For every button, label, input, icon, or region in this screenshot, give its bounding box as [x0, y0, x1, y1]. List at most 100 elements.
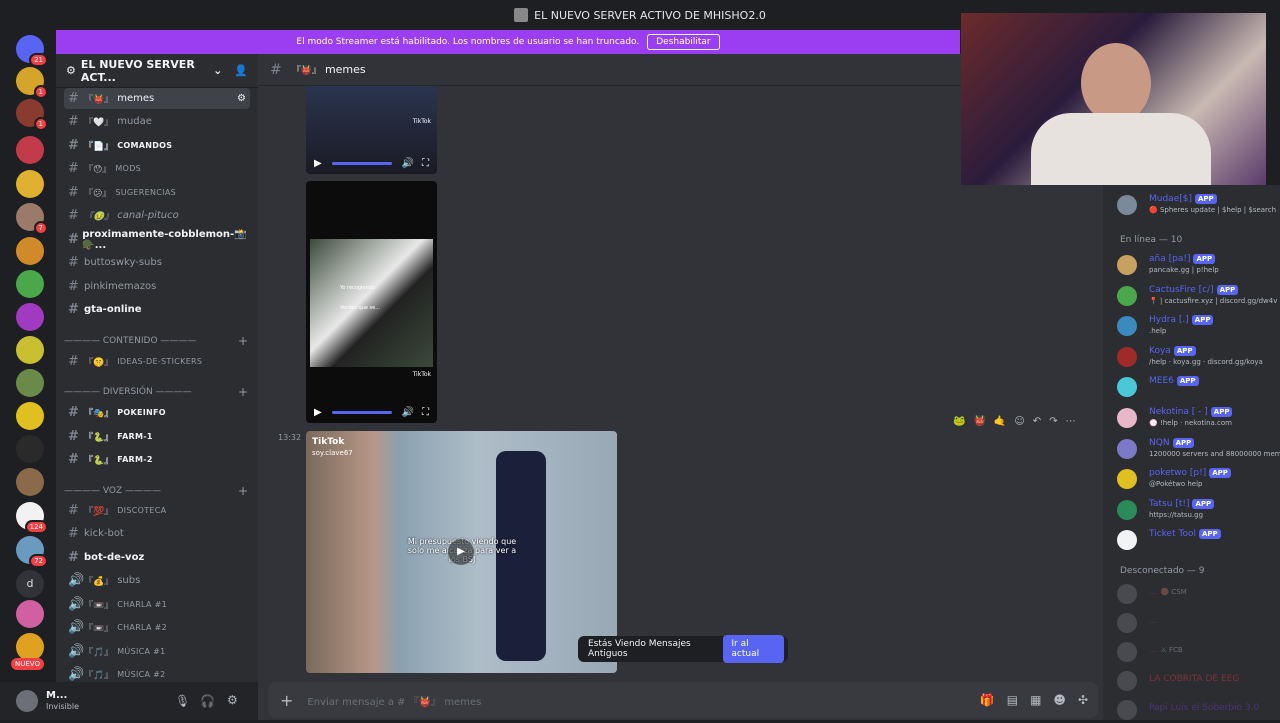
member-item[interactable]: ... ⚔ FCB	[1117, 639, 1277, 665]
gif-icon[interactable]: ▤	[1007, 693, 1018, 707]
member-item[interactable]: Nekotina [ - ] APP 💮 !help · nekotina.com	[1117, 405, 1277, 431]
voice-channel-musica-1[interactable]: 🔊 『🎵』 MÚSICA #1	[64, 641, 250, 662]
channel-pinkimemazos[interactable]: # pinkimemazos	[64, 276, 250, 297]
video-attachment[interactable]: TikTok ▶ 🔊 ⛶	[306, 86, 437, 174]
server-header[interactable]: ⚙ EL NUEVO SERVER ACT... ⌄ 👤	[56, 54, 258, 88]
channel-gta-online[interactable]: # gta-online	[64, 299, 250, 320]
reaction-icon[interactable]: 🤙	[994, 416, 1006, 427]
guild-icon[interactable]	[16, 435, 44, 463]
member-item[interactable]: ...	[1117, 610, 1277, 636]
avatar[interactable]	[16, 690, 38, 712]
forward-icon[interactable]: ↷	[1049, 416, 1057, 427]
guild-icon[interactable]	[16, 600, 44, 628]
speaker-icon: 🔊	[68, 644, 85, 659]
volume-slider[interactable]	[331, 410, 392, 414]
channel-pokeinfo[interactable]: # 『🎭』 POKEINFO	[64, 402, 250, 423]
member-item[interactable]: MEE6 APP	[1117, 374, 1277, 400]
gift-icon[interactable]: 🎁	[980, 693, 995, 707]
video-attachment[interactable]: Yo recogiendo Verdes que se... TikTok ▶ 🔊…	[306, 181, 437, 423]
reaction-icon[interactable]: 🐸	[953, 416, 965, 427]
channel-mods[interactable]: # 『😯』 MODS	[64, 158, 250, 179]
channel-bot-de-voz[interactable]: # bot-de-voz	[64, 547, 250, 568]
microphone-icon[interactable]: 🎙	[175, 694, 190, 708]
direct-messages-icon[interactable]: 21	[16, 35, 48, 67]
category-contenido[interactable]: ———— CONTENIDO ————	[64, 336, 196, 346]
guild-icon[interactable]: 124	[16, 502, 48, 534]
guild-icon[interactable]	[16, 270, 44, 298]
user-info[interactable]: M... Invisible	[46, 690, 79, 712]
volume-icon[interactable]: 🔊	[402, 158, 414, 169]
member-item[interactable]: Papi Luis el Soberbio 3.0	[1117, 697, 1277, 723]
channel-canal-pituco[interactable]: # 『🤢』 canal-pituco	[64, 205, 250, 226]
member-item[interactable]: aña [pa!] APP pancake.gg | p!help	[1117, 252, 1277, 278]
message-input[interactable]: Enviar mensaje a # 『👹』 memes	[307, 693, 481, 708]
category-voz[interactable]: ———— VOZ ————	[64, 486, 161, 496]
guild-icon[interactable]: 1	[16, 67, 48, 99]
guild-icon[interactable]	[16, 369, 44, 397]
add-member-icon[interactable]: 👤	[234, 64, 248, 77]
channel-proximamente[interactable]: # proximamente-cobblemon-📸🪖...	[64, 229, 250, 251]
channel-farm-1[interactable]: # 『🐍』 FARM-1	[64, 426, 250, 447]
emoji-icon[interactable]: ☻	[1053, 693, 1066, 707]
guild-icon[interactable]	[16, 136, 44, 164]
member-item[interactable]: LA COBRITA DE EEG	[1117, 668, 1277, 694]
disable-button[interactable]: Deshabilitar	[647, 34, 720, 50]
video-attachment[interactable]: TikTok soy.clave67 Mi presupuesto viendo…	[306, 431, 617, 673]
member-item[interactable]: CactusFire [c/] APP 📍 | cactusfire.xyz | d…	[1117, 283, 1277, 309]
member-item[interactable]: Koya APP/help · koya.gg · discord.gg/koya	[1117, 344, 1277, 370]
channel-mudae[interactable]: # 『🤍』 mudae	[64, 111, 250, 132]
add-channel-icon[interactable]: +	[238, 334, 248, 348]
voice-channel-charla-2[interactable]: 🔊 『📼』 CHARLA #2	[64, 617, 250, 638]
member-item[interactable]: Hydra [.] APP .help	[1117, 313, 1277, 339]
member-item[interactable]: Ticket Tool APP	[1117, 527, 1277, 553]
headphones-icon[interactable]: 🎧	[200, 694, 215, 708]
jump-to-present-button[interactable]: Ir al actual	[723, 635, 784, 663]
play-icon[interactable]: ▶	[448, 539, 474, 565]
channel-buttoswky-subs[interactable]: # buttoswky-subs	[64, 252, 250, 273]
voice-channel-discoteca[interactable]: # 『💯』 DISCOTECA	[64, 500, 250, 521]
volume-icon[interactable]: 🔊	[402, 407, 414, 418]
guild-icon[interactable]	[16, 336, 44, 364]
play-icon[interactable]: ▶	[314, 407, 322, 418]
voice-channel-subs[interactable]: 🔊 『💰』 subs	[64, 570, 250, 591]
guild-icon[interactable]: 7	[16, 203, 48, 235]
guild-icon[interactable]	[16, 237, 44, 265]
guild-icon[interactable]	[16, 170, 44, 198]
voice-channel-charla-1[interactable]: 🔊 『📼』 CHARLA #1	[64, 594, 250, 615]
channel-comandos[interactable]: # 『📄』 COMANDOS	[64, 135, 250, 156]
guild-icon[interactable]	[16, 402, 44, 430]
play-icon[interactable]: ▶	[314, 158, 322, 169]
channel-memes[interactable]: # 『👹』 memes ⚙	[64, 88, 250, 109]
guild-icon[interactable]	[16, 303, 44, 331]
member-item[interactable]: Mudae[$] APP 🔴 Spheres update | $help | $s…	[1117, 192, 1277, 218]
more-icon[interactable]: ⋯	[1066, 416, 1076, 427]
reply-icon[interactable]: ↶	[1033, 416, 1041, 427]
settings-icon[interactable]: ⚙	[237, 93, 246, 104]
guild-icon[interactable]: 72	[16, 536, 48, 568]
channel-farm-2[interactable]: # 『🐍』 FARM-2	[64, 449, 250, 470]
add-attachment-icon[interactable]: +	[280, 691, 293, 710]
member-item[interactable]: Tatsu [t!] APP https://tatsu.gg	[1117, 497, 1277, 523]
add-channel-icon[interactable]: +	[238, 385, 248, 399]
member-item[interactable]: ... 🟤 CSM	[1117, 581, 1277, 607]
reaction-icon[interactable]: 👹	[973, 416, 985, 427]
channel-ideas-de-stickers[interactable]: # 『🤫』 IDEAS-DE-STICKERS	[64, 351, 250, 372]
guild-icon[interactable]: 1	[16, 99, 48, 131]
add-reaction-icon[interactable]: ☺	[1014, 416, 1024, 427]
fullscreen-icon[interactable]: ⛶	[422, 407, 429, 418]
add-channel-icon[interactable]: +	[238, 484, 248, 498]
message-composer[interactable]: + Enviar mensaje a # 『👹』 memes 🎁 ▤ ▦ ☻ ✣	[268, 682, 1098, 718]
sticker-icon[interactable]: ▦	[1030, 693, 1041, 707]
category-diversion[interactable]: ———— DIVERSIÓN ————	[64, 387, 192, 397]
fullscreen-icon[interactable]: ⛶	[422, 158, 429, 169]
apps-icon[interactable]: ✣	[1078, 693, 1088, 707]
guild-icon[interactable]	[16, 633, 44, 661]
guild-letter-icon[interactable]: d	[16, 570, 44, 598]
settings-icon[interactable]: ⚙	[227, 693, 238, 707]
channel-sugerencias[interactable]: # 『😕』 SUGERENCIAS	[64, 182, 250, 203]
member-item[interactable]: NQN APP 1200000 servers and 88000000 mem	[1117, 436, 1280, 462]
channel-kick-bot[interactable]: # kick-bot	[64, 523, 250, 544]
volume-slider[interactable]	[331, 161, 392, 165]
guild-icon[interactable]	[16, 468, 44, 496]
member-item[interactable]: poketwo [p!] APP @Pokétwo help	[1117, 466, 1277, 492]
